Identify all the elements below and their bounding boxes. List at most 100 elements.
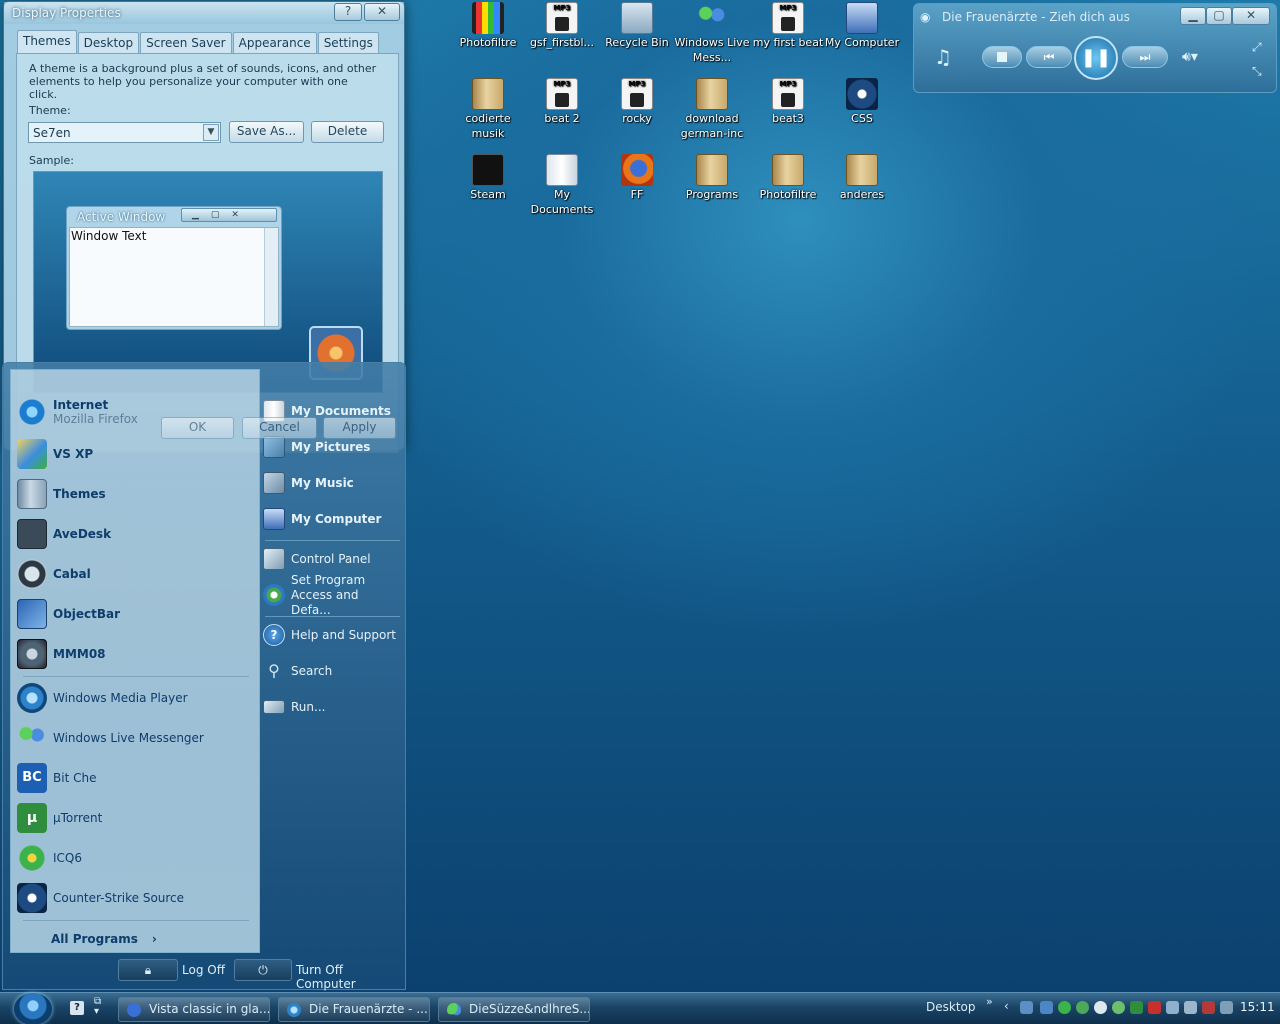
right-item-my-computer[interactable]: My Computer [263,504,403,534]
taskbar-button-media-player[interactable]: Die Frauenärzte - ... [278,997,430,1022]
desktop-icon-beat3[interactable]: MP3 beat3 [750,78,826,126]
right-item-program-access[interactable]: Set Program Access and Defa... [263,573,403,617]
desktop-icon-label: codierte musik [465,112,511,140]
pinned-item-objectbar[interactable]: ObjectBar [17,596,253,632]
pause-button[interactable]: ❚❚ [1074,36,1118,80]
icq-tray-icon[interactable] [1058,1001,1071,1014]
pinned-item-vs-xp[interactable]: VS XP [17,436,253,472]
steam-tray-icon[interactable] [1094,1001,1107,1014]
all-programs-button[interactable]: All Programs › [51,930,171,948]
restore-icon[interactable]: ⤡ [1252,62,1262,80]
desktop-icon-rocky[interactable]: MP3 rocky [599,78,675,126]
recent-item-icq6[interactable]: ICQ6 [17,840,253,876]
mp3-file-icon: MP3 [546,78,578,110]
tab-settings[interactable]: Settings [317,32,379,53]
cancel-button[interactable]: Cancel [242,417,317,439]
apply-button[interactable]: Apply [323,417,396,439]
desktop-icon-my-computer[interactable]: My Computer [824,2,900,50]
right-item-run[interactable]: Run... [263,692,403,722]
desktop-icon-steam[interactable]: Steam [450,154,526,202]
turn-off-button[interactable]: ⏻ [234,959,292,981]
media-player-window[interactable]: ◉ Die Frauenärzte - Zieh dich aus ▁ ▢ ✕ … [913,3,1277,93]
desktop-icon-ff[interactable]: FF [599,154,675,202]
right-item-help[interactable]: ? Help and Support [263,620,403,650]
taskbar-button-messenger[interactable]: DieSüzze&ndlhreS... [438,997,590,1022]
utorrent-tray-icon[interactable] [1130,1001,1143,1014]
tab-desktop[interactable]: Desktop [77,32,140,53]
desktop-icon-beat-2[interactable]: MP3 beat 2 [524,78,600,126]
theme-select[interactable]: Se7en ▼ [28,122,221,143]
taskbar-button-label: Die Frauenärzte - ... [309,1002,428,1016]
desktop-icon-codierte-musik[interactable]: codierte musik [450,78,526,141]
tab-screen-saver[interactable]: Screen Saver [140,32,232,53]
messenger-tray-icon[interactable] [1076,1001,1089,1014]
desktop-icon-download-german-inc[interactable]: download german-inc [674,78,750,141]
recent-item-utorrent[interactable]: µ µTorrent [17,800,253,836]
right-item-control-panel[interactable]: Control Panel [263,544,403,574]
turn-off-label[interactable]: Turn Off Computer [296,963,405,991]
steam-icon [472,154,504,186]
desktop-icon-programs[interactable]: Programs [674,154,750,202]
stop-button[interactable] [982,46,1022,68]
desktop-icon-live-messenger[interactable]: Windows Live Mess... [674,2,750,65]
ok-button[interactable]: OK [161,417,234,439]
film-icon [472,2,504,34]
messenger-status-tray-icon[interactable] [1112,1001,1125,1014]
delete-button[interactable]: Delete [311,121,384,143]
right-item-my-music[interactable]: My Music [263,468,403,498]
taskbar-button-firefox[interactable]: Vista classic in gla... [118,997,270,1022]
pinned-item-themes[interactable]: Themes [17,476,253,512]
network-tray-icon[interactable] [1020,1001,1033,1014]
desktop-icon-anderes[interactable]: anderes [824,154,900,202]
desktop-icon-photofiltre-folder[interactable]: Photofiltre [750,154,826,202]
chevron-down-icon[interactable]: ▼ [203,124,219,141]
media-player-logo-icon: ◉ [920,10,931,24]
save-as-button[interactable]: Save As... [229,121,304,143]
log-off-label[interactable]: Log Off [182,963,225,977]
tab-themes[interactable]: Themes [17,30,77,53]
desktop-toolbar-label[interactable]: Desktop [926,1000,976,1014]
desktop-icon-label: CSS [851,112,873,125]
chevron-right-icon[interactable]: » [986,995,993,1008]
desktop-icon-recycle-bin[interactable]: Recycle Bin [599,2,675,50]
desktop-icon-my-documents[interactable]: My Documents [524,154,600,217]
close-button[interactable]: ✕ [1232,7,1270,25]
volume-tray-icon[interactable] [1184,1001,1197,1014]
pinned-item-mmm08[interactable]: MMM08 [17,636,253,672]
extra-tray-icon[interactable] [1220,1001,1233,1014]
switch-to-library-icon[interactable]: ⤢ [1252,38,1262,56]
quick-launch-help-icon[interactable]: ? [70,1001,84,1015]
recent-item-live-messenger[interactable]: Windows Live Messenger [17,720,253,756]
desktop-icon-my-first-beat[interactable]: MP3 my first beat [750,2,826,50]
previous-button[interactable]: ⏮ [1026,46,1072,68]
recent-item-bit-che[interactable]: BC Bit Che [17,760,253,796]
firefox-icon [127,1003,141,1017]
help-button[interactable]: ? [334,3,362,21]
bluetooth-tray-icon[interactable] [1040,1001,1053,1014]
volume-icon[interactable]: 🔊︎▾ [1182,48,1198,66]
start-menu[interactable]: Internet Mozilla Firefox VS XP Themes Ave… [2,362,406,991]
tray-expand-icon[interactable]: ‹ [1004,999,1009,1013]
tab-appearance[interactable]: Appearance [232,32,317,53]
pinned-item-avedesk[interactable]: AveDesk [17,516,253,552]
next-button[interactable]: ⏭ [1122,46,1168,68]
desktop-icon-css[interactable]: CSS [824,78,900,126]
pinned-item-label: MMM08 [53,647,106,661]
minimize-button[interactable]: ▁ [1180,7,1206,25]
maximize-button[interactable]: ▢ [1206,7,1232,25]
right-item-search[interactable]: ⚲ Search [263,656,403,686]
pinned-item-cabal[interactable]: Cabal [17,556,253,592]
power-tray-icon[interactable] [1202,1001,1215,1014]
desktop-icon-gsf[interactable]: MP3 gsf_firstbl... [524,2,600,50]
clock[interactable]: 15:11 [1240,1000,1275,1014]
recent-item-counter-strike[interactable]: Counter-Strike Source [17,880,253,916]
log-off-button[interactable]: 🔒︎ [118,959,178,981]
start-button[interactable] [14,993,52,1024]
display-tray-icon[interactable] [1166,1001,1179,1014]
recent-item-media-player[interactable]: Windows Media Player [17,680,253,716]
security-alert-tray-icon[interactable] [1148,1001,1161,1014]
desktop-icon-photofiltre[interactable]: Photofiltre [450,2,526,50]
quick-launch-expand-icon[interactable]: ⧉ ▾ [94,997,101,1017]
close-button[interactable]: ✕ [364,3,400,21]
start-menu-programs: Internet Mozilla Firefox VS XP Themes Ave… [10,369,260,953]
